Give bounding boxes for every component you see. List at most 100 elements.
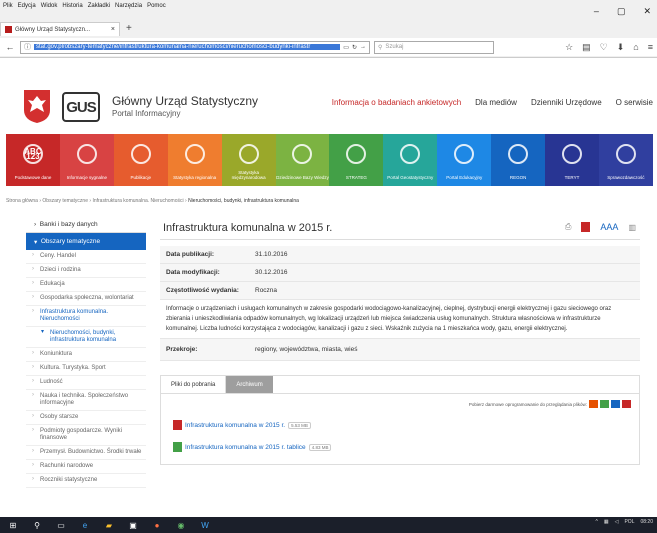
tab-files[interactable]: Pliki do pobrania (161, 376, 227, 393)
gus-logo[interactable]: GUS (62, 92, 100, 122)
sidebar-banki[interactable]: › Banki i bazy danych (26, 216, 146, 233)
address-bar[interactable]: ⓘ stat.gov.pl/obszary-tematyczne/infrast… (20, 40, 370, 54)
pocket-icon[interactable]: ♡ (600, 42, 608, 53)
sidebar-item[interactable]: Podmioty gospodarcze. Wyniki finansowe (26, 425, 146, 446)
breadcrumb-infrastruktura[interactable]: Infrastruktura komunalna. Nieruchomości (92, 198, 183, 204)
nav-media[interactable]: Dla mediów (475, 98, 517, 107)
sidebar-item[interactable]: Dzieci i rodzina (26, 264, 146, 278)
service-tile[interactable]: REGON (491, 134, 546, 186)
file-explorer-icon[interactable]: ▰ (104, 520, 114, 530)
sidebar-item[interactable]: Roczniki statystyczne (26, 474, 146, 488)
close-icon[interactable]: ✕ (643, 6, 651, 17)
file-link[interactable]: Infrastruktura komunalna w 2015 r. 5.53 … (173, 420, 311, 430)
minimize-icon[interactable]: – (594, 6, 599, 17)
sidebar-item[interactable]: Nieruchomości, budynki, infrastruktura k… (26, 327, 146, 348)
menu-icon[interactable]: ≡ (648, 42, 653, 53)
browser-tab[interactable]: Główny Urząd Statystyczn... × (0, 22, 120, 36)
tray-up-icon[interactable]: ^ (596, 519, 598, 525)
breadcrumb-obszary[interactable]: Obszary tematyczne (42, 198, 88, 204)
library-icon[interactable]: ▤ (582, 42, 591, 53)
breadcrumb-current: Nieruchomości, budynki, infrastruktura k… (188, 198, 299, 204)
service-tile[interactable]: Portal Edukacyjny (437, 134, 492, 186)
file-size: 5.53 MB (288, 421, 311, 429)
sidebar-item[interactable]: Kultura. Turystyka. Sport (26, 362, 146, 376)
description-text: Informacje o urządzeniach i usługach kom… (160, 300, 640, 339)
file-name[interactable]: Infrastruktura komunalna w 2015 r. tabli… (185, 444, 306, 451)
sidebar-item[interactable]: Koniunktura (26, 348, 146, 362)
back-icon[interactable]: ← (4, 41, 16, 53)
sidebar-item[interactable]: Osoby starsze (26, 411, 146, 425)
sidebar-item[interactable]: Ceny. Handel (26, 250, 146, 264)
org-name[interactable]: Główny Urząd Statystyczny (112, 94, 258, 108)
pdf-reader-icon[interactable] (589, 400, 598, 408)
menu-edycja[interactable]: Edycja (18, 3, 36, 9)
search-icon[interactable]: ⚲ (32, 520, 42, 530)
nav-badania[interactable]: Informacja o badaniach ankietowych (332, 98, 461, 107)
bookmark-star-icon[interactable]: ☆ (565, 42, 573, 53)
service-tile[interactable]: Publikacje (113, 134, 168, 186)
sidebar-item[interactable]: Infrastruktura komunalna. Nieruchomości (26, 306, 146, 327)
home-icon[interactable]: ⌂ (633, 42, 638, 53)
menu-plik[interactable]: Plik (3, 3, 13, 9)
service-tile[interactable]: Statystyka regionalna (167, 134, 222, 186)
spreadsheet-reader-icon[interactable] (600, 400, 609, 408)
sidebar-item[interactable]: Edukacja (26, 278, 146, 292)
menu-widok[interactable]: Widok (41, 3, 58, 9)
service-tile[interactable]: STRATEG (329, 134, 384, 186)
tab-title: Główny Urząd Statystyczn... (15, 26, 91, 33)
nav-o-serwisie[interactable]: O serwisie (616, 98, 653, 107)
sidebar-item[interactable]: Nauka i technika. Społeczeństwo informac… (26, 390, 146, 411)
volume-icon[interactable]: ◁ (615, 519, 619, 525)
breadcrumb-home[interactable]: Strona główna (6, 198, 38, 204)
service-tile[interactable]: TERYT (545, 134, 599, 186)
task-view-icon[interactable]: ▭ (56, 520, 66, 530)
sidebar-item[interactable]: Rachunki narodowe (26, 460, 146, 474)
service-tile[interactable]: Dziedzinowe Bazy Wiedzy (275, 134, 330, 186)
sidebar-item[interactable]: Ludność (26, 376, 146, 390)
restore-icon[interactable]: ▢ (617, 6, 626, 17)
service-tile[interactable]: ABC 123 Podstawowe dane (6, 134, 60, 186)
language-indicator[interactable]: POL (624, 519, 634, 525)
reader-icon[interactable]: ▭ (343, 44, 349, 51)
service-tile[interactable]: Portal Geostatystyczny (383, 134, 438, 186)
service-tile[interactable]: Sprawozdawczość (598, 134, 653, 186)
sidebar-obszary-active[interactable]: ▾ Obszary tematyczne (26, 233, 146, 250)
contrast-icon[interactable]: ▥ (628, 223, 636, 232)
nav-dzienniki[interactable]: Dzienniki Urzędowe (531, 98, 602, 107)
presentation-reader-icon[interactable] (622, 400, 631, 408)
store-icon[interactable]: ▣ (128, 520, 138, 530)
document-reader-icon[interactable] (611, 400, 620, 408)
menu-historia[interactable]: Historia (62, 3, 82, 9)
sidebar-item[interactable]: Gospodarka społeczna, wolontariat (26, 292, 146, 306)
chat-icon (76, 144, 97, 164)
print-icon[interactable]: ⎙ (565, 222, 571, 232)
file-name[interactable]: Infrastruktura komunalna w 2015 r. (185, 422, 285, 429)
menu-narzedzia[interactable]: Narzędzia (115, 3, 142, 9)
pdf-icon[interactable] (581, 222, 591, 232)
search-icon: ⚲ (378, 44, 383, 51)
info-value: 31.10.2016 (255, 251, 288, 258)
download-icon[interactable]: ⬇ (617, 42, 625, 53)
new-tab-icon[interactable]: + (126, 22, 132, 36)
service-tile[interactable]: Statystyka międzynarodowa (221, 134, 276, 186)
chrome-icon[interactable]: ◉ (176, 520, 186, 530)
clock[interactable]: 08:20 (640, 519, 653, 525)
search-input[interactable]: ⚲ Szukaj (374, 40, 494, 54)
windows-start-icon[interactable]: ⊞ (8, 520, 18, 530)
edge-browser-icon[interactable]: e (80, 520, 90, 530)
reload-icon[interactable]: ↻ (352, 44, 357, 51)
tab-close-icon[interactable]: × (111, 26, 115, 33)
firefox-icon[interactable]: ● (152, 520, 162, 530)
file-link[interactable]: Infrastruktura komunalna w 2015 r. tabli… (173, 442, 332, 452)
menu-pomoc[interactable]: Pomoc (147, 3, 166, 9)
tab-archive[interactable]: Archiwum (226, 376, 273, 393)
info-icon[interactable]: ⓘ (24, 42, 31, 52)
menu-zakladki[interactable]: Zakładki (88, 3, 110, 9)
service-tile[interactable]: Informacje sygnalne (59, 134, 114, 186)
sidebar-item[interactable]: Przemysł. Budownictwo. Środki trwałe (26, 446, 146, 460)
przekroje-value: regiony, województwa, miasta, wieś (255, 346, 358, 353)
font-size-control[interactable]: AAA (600, 222, 618, 232)
word-icon[interactable]: W (200, 520, 210, 530)
network-icon[interactable]: ▦ (604, 519, 609, 525)
forward-icon[interactable]: → (360, 44, 366, 50)
